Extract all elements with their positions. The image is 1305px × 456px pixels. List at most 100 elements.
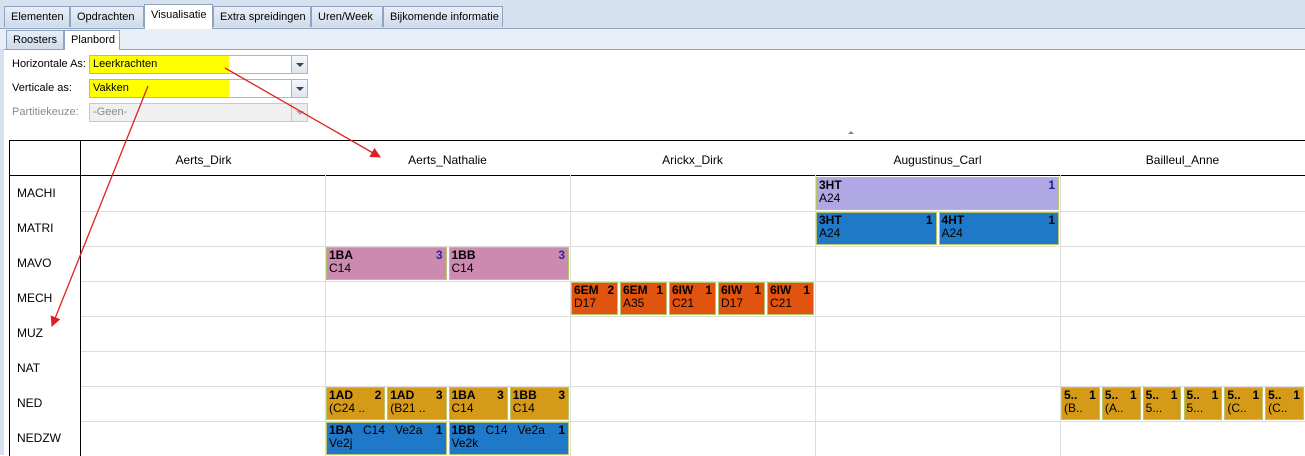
lesson-count: 1: [435, 423, 443, 437]
lesson-count: 1: [656, 283, 663, 297]
lesson-card[interactable]: 6EM 1 A35: [620, 282, 667, 315]
lesson-count: 1: [558, 423, 565, 437]
lesson-count: 3: [497, 388, 504, 402]
tab-bijkomende-informatie[interactable]: Bijkomende informatie: [383, 6, 503, 27]
planboard-grid: Aerts_Dirk Aerts_Nathalie Arickx_Dirk Augus…: [9, 140, 1305, 456]
lesson-room: C14: [363, 423, 386, 437]
lesson-count: 1: [754, 283, 761, 297]
row-divider: [81, 421, 1305, 422]
lesson-count: 1: [1170, 388, 1178, 402]
lesson-card[interactable]: 5.. 1 (C..: [1224, 387, 1264, 420]
row-divider: [81, 211, 1305, 212]
lesson-count: 1: [1048, 178, 1055, 192]
chevron-down-icon: [291, 104, 307, 121]
lesson-card[interactable]: 6IW 1 C21: [767, 282, 814, 315]
lesson-card[interactable]: 1AD 2 (C24 ..: [326, 387, 386, 420]
lesson-count: 1: [1048, 213, 1055, 227]
grid-header-divider: [10, 175, 1305, 176]
row-header: MECH: [17, 291, 53, 305]
lesson-room: 5...: [1145, 401, 1163, 415]
lesson-count: 1: [1252, 388, 1260, 402]
lesson-card[interactable]: 5.. 1 (B..: [1061, 387, 1100, 420]
lesson-card[interactable]: 6IW 1 D17: [718, 282, 765, 315]
lesson-room: D17: [721, 296, 744, 310]
lesson-count: 3: [558, 388, 565, 402]
lesson-room: (C24 ..: [329, 401, 366, 415]
lesson-card[interactable]: 3HT 1 A24: [816, 212, 937, 245]
lesson-count: 2: [374, 388, 382, 402]
lesson-count: 3: [558, 248, 565, 262]
row-header: NEDZW: [17, 431, 61, 445]
lesson-room: C21: [672, 296, 695, 310]
lesson-card[interactable]: 1AD 3 (B21 ..: [387, 387, 447, 420]
tab-elementen[interactable]: Elementen: [4, 6, 70, 27]
tab-visualisatie[interactable]: Visualisatie: [144, 4, 213, 29]
lesson-count: 1: [803, 283, 810, 297]
lesson-room: A24: [941, 226, 963, 240]
chevron-down-icon[interactable]: [291, 80, 307, 97]
horizontal-axis-value: Leerkrachten: [90, 56, 229, 73]
lesson-extra: Ve2a: [395, 423, 423, 437]
lesson-room: (B21 ..: [390, 401, 426, 415]
column-header: Aerts_Nathalie: [408, 153, 487, 167]
row-header: MUZ: [17, 326, 43, 340]
lesson-room: (C..: [1268, 401, 1288, 415]
lesson-count: 3: [435, 388, 443, 402]
lesson-card[interactable]: 5.. 1 (A..: [1101, 387, 1141, 420]
column-header: Bailleul_Anne: [1145, 153, 1220, 167]
lesson-room: C14: [329, 261, 352, 275]
lesson-count: 1: [925, 213, 933, 227]
tab-extra-spreidingen[interactable]: Extra spreidingen: [213, 6, 311, 27]
row-divider: [81, 316, 1305, 317]
lesson-room: C14: [451, 261, 474, 275]
lesson-room: A24: [819, 226, 841, 240]
lesson-room: C14: [485, 423, 508, 437]
vertical-axis-value: Vakken: [90, 80, 229, 97]
lesson-card[interactable]: 1BA C14 Ve2a 1 Ve2j: [326, 422, 447, 455]
row-divider: [81, 246, 1305, 247]
lesson-card[interactable]: 1BA 3 C14: [448, 387, 508, 420]
lesson-count: 2: [607, 283, 614, 297]
lesson-card[interactable]: 6IW 1 C21: [669, 282, 716, 315]
left-border-strip: [0, 49, 4, 455]
splitter-handle[interactable]: [848, 131, 854, 134]
partition-select: -Geen-: [89, 103, 308, 122]
vertical-axis-label: Verticale as:: [12, 82, 72, 94]
lesson-card[interactable]: 1BA 3 C14: [326, 247, 447, 280]
lesson-room: A35: [623, 296, 645, 310]
main-tab-bar: Elementen Opdrachten Visualisatie Extra …: [0, 0, 1305, 29]
lesson-room: Ve2k: [451, 436, 479, 450]
partition-value: -Geen-: [93, 106, 128, 118]
lesson-count: 1: [1089, 388, 1096, 402]
lesson-room: (A..: [1104, 401, 1124, 415]
lesson-count: 1: [1211, 388, 1219, 402]
vertical-axis-select[interactable]: Vakken: [89, 79, 308, 98]
lesson-card[interactable]: 1BB 3 C14: [509, 387, 569, 420]
lesson-count: 1: [705, 283, 712, 297]
lesson-room: Ve2j: [329, 436, 353, 450]
lesson-room: D17: [574, 296, 597, 310]
subtab-roosters[interactable]: Roosters: [6, 30, 64, 49]
lesson-card[interactable]: 3HT 1 A24: [816, 177, 1059, 210]
tab-opdrachten[interactable]: Opdrachten: [70, 6, 144, 27]
lesson-card[interactable]: 6EM 2 D17: [571, 282, 618, 315]
lesson-card[interactable]: 4HT 1 A24: [938, 212, 1059, 245]
horizontal-axis-label: Horizontale As:: [12, 58, 86, 70]
lesson-card[interactable]: 5.. 1 5...: [1183, 387, 1223, 420]
chevron-down-icon[interactable]: [291, 56, 307, 73]
column-header: Aerts_Dirk: [175, 153, 232, 167]
lesson-room: (C..: [1227, 401, 1247, 415]
lesson-count: 1: [1293, 388, 1300, 402]
horizontal-axis-select[interactable]: Leerkrachten: [89, 55, 308, 74]
lesson-room: C21: [770, 296, 793, 310]
lesson-room: A24: [819, 191, 841, 205]
lesson-card[interactable]: 5.. 1 5...: [1142, 387, 1182, 420]
row-header: MATRI: [17, 221, 54, 235]
subtab-planbord[interactable]: Planbord: [64, 30, 120, 50]
row-header: MAVO: [17, 256, 52, 270]
column-header: Augustinus_Carl: [893, 153, 982, 167]
lesson-card[interactable]: 1BB 3 C14: [448, 247, 569, 280]
lesson-card[interactable]: 5.. 1 (C..: [1265, 387, 1304, 420]
tab-uren-week[interactable]: Uren/Week: [311, 6, 383, 27]
lesson-card[interactable]: 1BB C14 Ve2a 1 Ve2k: [448, 422, 569, 455]
